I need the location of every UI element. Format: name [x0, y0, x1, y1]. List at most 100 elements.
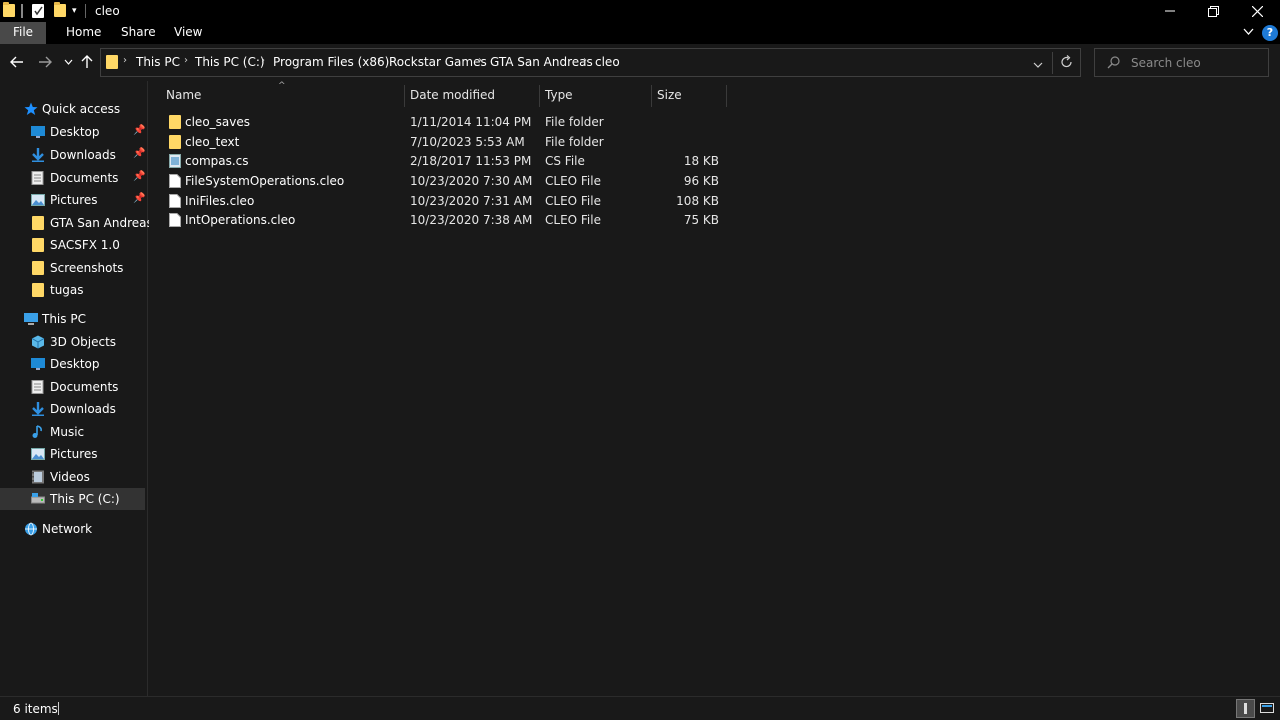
file-row[interactable]: IniFiles.cleo 10/23/2020 7:31 AM CLEO Fi… [163, 192, 743, 211]
refresh-button[interactable] [1060, 55, 1073, 72]
tab-file[interactable]: File [0, 22, 46, 44]
pin-icon[interactable]: 📌 [133, 148, 145, 159]
column-divider[interactable] [651, 85, 652, 107]
address-dropdown-button[interactable] [1033, 58, 1043, 72]
nav-label: Pictures [50, 447, 98, 461]
pin-icon[interactable]: 📌 [133, 125, 145, 136]
search-input[interactable]: Search cleo [1094, 48, 1269, 77]
breadcrumb-rockstar[interactable]: Rockstar Games [389, 55, 487, 69]
downloads-icon [31, 148, 45, 162]
status-bar: 6 items [0, 696, 1280, 720]
file-icon [169, 174, 181, 188]
minimize-icon [1165, 10, 1175, 12]
breadcrumb-separator[interactable]: › [478, 55, 482, 66]
file-row[interactable]: cleo_saves 1/11/2014 11:04 PM File folde… [163, 113, 743, 132]
nav-quick-access[interactable]: Quick access [0, 98, 145, 120]
arrow-up-icon [81, 55, 93, 68]
nav-item-pc-pictures[interactable]: Pictures [0, 443, 145, 465]
column-header-size[interactable]: Size [657, 85, 682, 109]
nav-item-desktop[interactable]: Desktop 📌 [0, 121, 145, 143]
pin-icon[interactable]: 📌 [133, 171, 145, 182]
breadcrumb-separator[interactable]: › [184, 55, 188, 66]
documents-icon [31, 380, 45, 394]
folder-icon [3, 2, 15, 17]
column-divider[interactable] [404, 85, 405, 107]
nav-item-pc-documents[interactable]: Documents [0, 376, 145, 398]
file-row[interactable]: compas.cs 2/18/2017 11:53 PM CS File 18 … [163, 152, 743, 171]
nav-item-music[interactable]: Music [0, 421, 145, 443]
forward-button[interactable] [37, 54, 53, 70]
large-icons-view-button[interactable] [1259, 700, 1275, 716]
pin-icon[interactable]: 📌 [133, 193, 145, 204]
file-type: CLEO File [545, 213, 601, 227]
column-header-date[interactable]: Date modified [410, 85, 495, 109]
breadcrumb-separator[interactable]: › [583, 55, 587, 66]
address-bar[interactable]: › This PC › This PC (C:) › Program Files… [100, 48, 1081, 77]
file-row[interactable]: cleo_text 7/10/2023 5:53 AM File folder [163, 133, 743, 152]
desktop-icon [31, 357, 45, 371]
nav-item-tugas[interactable]: tugas [0, 279, 145, 301]
nav-network[interactable]: Network [0, 518, 145, 540]
recent-locations-button[interactable] [60, 54, 76, 70]
file-icon [169, 194, 181, 208]
column-header-type[interactable]: Type [545, 85, 573, 109]
column-divider[interactable] [726, 85, 727, 107]
column-header-name[interactable]: Name [166, 85, 201, 109]
breadcrumb-cleo[interactable]: cleo [595, 55, 620, 69]
details-view-button[interactable] [1236, 699, 1255, 718]
restore-button[interactable] [1190, 0, 1236, 22]
breadcrumb-separator[interactable]: › [123, 55, 127, 66]
file-type: CS File [545, 154, 585, 168]
nav-item-documents[interactable]: Documents 📌 [0, 167, 145, 189]
breadcrumb-this-pc[interactable]: This PC [136, 55, 180, 69]
folder-icon [32, 238, 44, 252]
breadcrumb-program-files[interactable]: Program Files (x86) [273, 55, 389, 69]
sort-ascending-icon: ^ [278, 81, 286, 91]
nav-label: 3D Objects [50, 335, 117, 349]
help-icon[interactable]: ? [1262, 25, 1278, 41]
nav-item-screenshots[interactable]: Screenshots [0, 257, 145, 279]
file-row[interactable]: IntOperations.cleo 10/23/2020 7:38 AM CL… [163, 211, 743, 230]
folder-icon [32, 283, 44, 297]
file-name: FileSystemOperations.cleo [185, 174, 345, 188]
nav-item-videos[interactable]: Videos [0, 466, 145, 488]
divider [1052, 52, 1053, 74]
nav-item-sacsfx[interactable]: SACSFX 1.0 [0, 234, 145, 256]
nav-label: tugas [50, 283, 84, 297]
nav-label: Screenshots [50, 261, 124, 275]
nav-item-drive-c[interactable]: This PC (C:) [0, 488, 145, 510]
file-row[interactable]: FileSystemOperations.cleo 10/23/2020 7:3… [163, 172, 743, 191]
search-icon [1107, 56, 1120, 72]
nav-item-downloads[interactable]: Downloads 📌 [0, 144, 145, 166]
nav-item-pc-downloads[interactable]: Downloads [0, 398, 145, 420]
tab-share[interactable]: Share [109, 22, 168, 44]
properties-icon[interactable] [32, 4, 44, 18]
tab-view[interactable]: View [162, 22, 214, 44]
breadcrumb-drive[interactable]: This PC (C:) [195, 55, 265, 69]
nav-label: This PC (C:) [50, 492, 120, 506]
breadcrumb-gta[interactable]: GTA San Andreas [490, 55, 593, 69]
nav-item-gta-san-andreas[interactable]: GTA San Andreas [0, 212, 153, 234]
breadcrumb-separator[interactable]: › [377, 55, 381, 66]
back-button[interactable] [9, 54, 25, 70]
drive-icon [31, 492, 45, 506]
new-folder-icon[interactable] [54, 2, 66, 17]
arrow-left-icon [10, 56, 23, 68]
customize-qat-icon[interactable]: ▾ [72, 6, 77, 16]
close-button[interactable] [1234, 0, 1280, 22]
up-button[interactable] [79, 54, 95, 70]
expand-ribbon-icon[interactable] [1243, 25, 1254, 39]
minimize-button[interactable] [1147, 0, 1193, 22]
nav-item-pc-desktop[interactable]: Desktop [0, 353, 145, 375]
videos-icon [31, 470, 45, 484]
folder-icon [106, 55, 118, 69]
nav-item-pictures[interactable]: Pictures 📌 [0, 189, 145, 211]
nav-this-pc[interactable]: This PC [0, 308, 145, 330]
breadcrumb-separator[interactable]: › [261, 55, 265, 66]
nav-item-3d-objects[interactable]: 3D Objects [0, 331, 145, 353]
navigation-pane: Quick access Desktop 📌 Downloads 📌 Docum… [0, 81, 153, 696]
tab-home[interactable]: Home [54, 22, 113, 44]
file-type: CLEO File [545, 194, 601, 208]
nav-label: This PC [42, 312, 86, 326]
column-divider[interactable] [539, 85, 540, 107]
